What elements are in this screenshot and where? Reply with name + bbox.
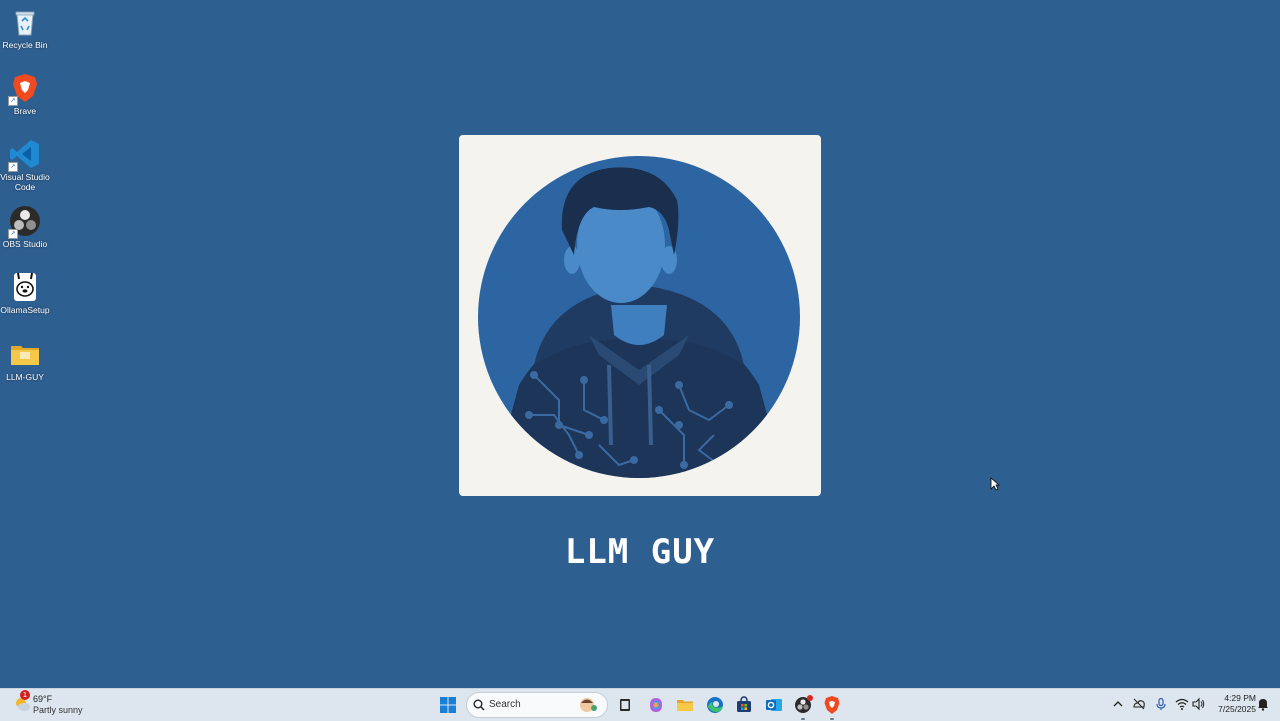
task-view-icon <box>620 699 630 711</box>
desktop-icon-vscode[interactable]: ↗ Visual Studio Code <box>0 138 50 192</box>
desktop-icon-obs[interactable]: ↗ OBS Studio <box>0 205 50 249</box>
obs-icon: ↗ <box>8 205 41 239</box>
file-explorer-icon <box>677 700 693 711</box>
desktop-icon-label: Recycle Bin <box>2 40 48 50</box>
taskbar: 1 69°F Partly sunny Search 4:29 PM 7/25/… <box>0 688 1280 721</box>
desktop-icon-label: LLM-GUY <box>6 372 44 382</box>
windows-start-icon <box>440 697 456 713</box>
clock-time: 4:29 PM <box>1224 693 1256 703</box>
desktop-icon-label: OllamaSetup <box>0 305 50 315</box>
wallpaper-avatar-card <box>459 135 821 496</box>
search-highlight-icon <box>580 698 597 712</box>
search-icon <box>473 699 485 711</box>
desktop-icon-llm-guy-folder[interactable]: LLM-GUY <box>0 338 50 382</box>
show-hidden-icons-chevron-icon[interactable] <box>1111 697 1125 711</box>
wifi-icon[interactable] <box>1175 697 1189 711</box>
microsoft-store-button[interactable] <box>732 693 756 717</box>
obs-taskbar-button[interactable] <box>791 693 815 720</box>
wallpaper-brand-text: LLM GUY <box>564 532 716 572</box>
ollama-icon <box>9 271 41 303</box>
notifications-bell-icon[interactable] <box>1256 697 1270 711</box>
weather-temperature: 69°F <box>33 694 53 704</box>
shortcut-arrow-icon: ↗ <box>8 96 18 106</box>
recycle-bin-icon <box>9 6 41 38</box>
weather-condition: Partly sunny <box>33 705 83 715</box>
outlook-button[interactable] <box>762 693 786 717</box>
copilot-icon <box>650 698 662 712</box>
edge-button[interactable] <box>703 693 727 717</box>
llm-guy-avatar-illustration <box>478 156 800 478</box>
desktop-icon-ollama-setup[interactable]: OllamaSetup <box>0 271 50 315</box>
microsoft-store-icon <box>737 696 751 712</box>
shortcut-arrow-icon: ↗ <box>8 229 18 239</box>
microphone-icon[interactable] <box>1154 697 1168 711</box>
taskbar-clock[interactable]: 4:29 PM 7/25/2025 <box>1210 693 1256 715</box>
desktop-icon-label: OBS Studio <box>2 239 48 249</box>
folder-icon <box>9 338 41 370</box>
edge-icon <box>707 697 723 713</box>
desktop-icon-label: Brave <box>13 106 37 116</box>
brave-taskbar-button[interactable] <box>820 693 844 720</box>
shortcut-arrow-icon: ↗ <box>8 162 18 172</box>
outlook-icon <box>766 699 782 711</box>
search-placeholder: Search <box>489 699 521 710</box>
brave-icon: ↗ <box>8 72 41 106</box>
taskbar-search-box[interactable]: Search <box>466 692 608 718</box>
clock-date: 7/25/2025 <box>1218 704 1256 714</box>
desktop-icon-label: Visual Studio Code <box>0 172 50 192</box>
task-view-button[interactable] <box>613 693 637 717</box>
desktop-icon-recycle-bin[interactable]: Recycle Bin <box>0 6 50 50</box>
start-button[interactable] <box>436 693 460 717</box>
vscode-icon: ↗ <box>8 138 41 172</box>
obs-icon <box>795 695 813 713</box>
onedrive-offline-icon[interactable] <box>1132 697 1146 711</box>
file-explorer-button[interactable] <box>673 693 697 717</box>
brave-icon <box>824 696 840 714</box>
mouse-cursor-icon <box>990 477 1000 491</box>
desktop-icon-brave[interactable]: ↗ Brave <box>0 72 50 116</box>
copilot-button[interactable] <box>644 693 668 717</box>
weather-notification-badge: 1 <box>20 690 30 700</box>
volume-icon[interactable] <box>1191 697 1205 711</box>
